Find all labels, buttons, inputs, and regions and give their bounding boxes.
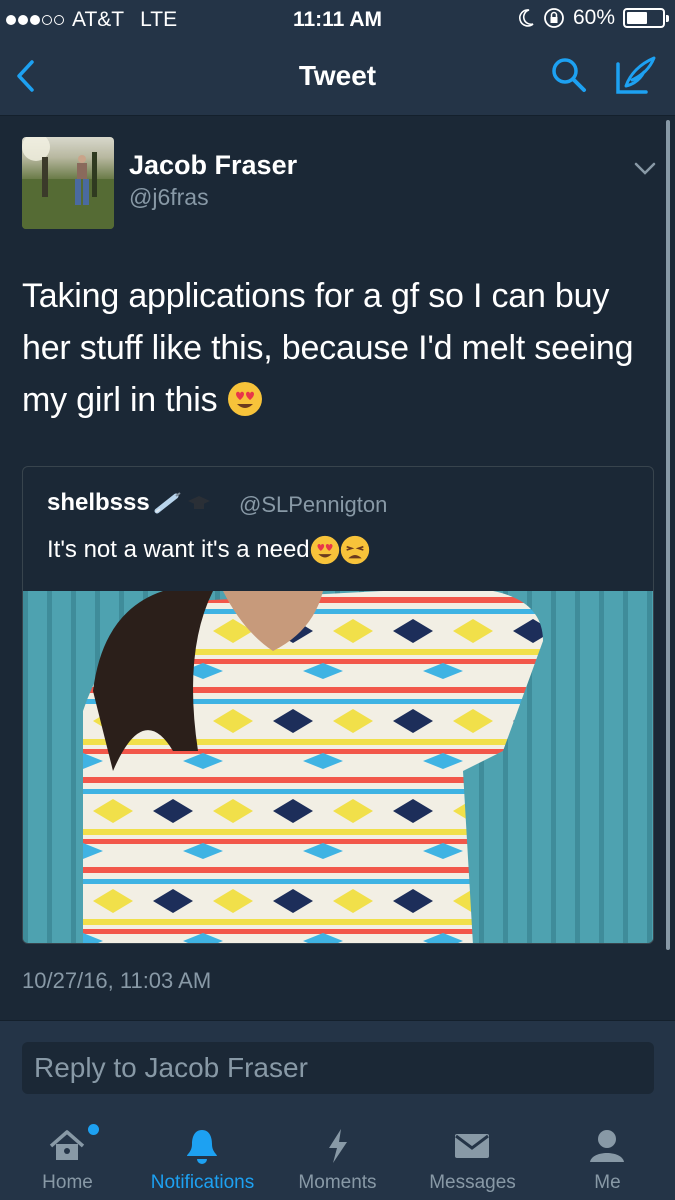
- photo-content: [23, 591, 653, 943]
- avatar-photo: [22, 137, 114, 229]
- quoted-tweet-photo[interactable]: [23, 591, 653, 943]
- battery-percent: 60%: [572, 6, 615, 29]
- compose-icon[interactable]: [612, 52, 658, 98]
- quoted-author-handle: @SLPennigton: [239, 492, 388, 517]
- syringe-emoji-icon: [154, 492, 181, 514]
- author-name[interactable]: Jacob Fraser: [129, 150, 297, 181]
- tab-label: Messages: [429, 1172, 516, 1193]
- chevron-down-icon[interactable]: [630, 158, 660, 180]
- new-content-dot: [88, 1124, 99, 1135]
- heart-eyes-emoji-icon: [310, 535, 339, 565]
- tab-label: Notifications: [150, 1172, 255, 1193]
- bell-icon: [187, 1130, 217, 1164]
- tab-moments[interactable]: Moments: [270, 1116, 405, 1200]
- quoted-tweet-text-content: It's not a want it's a need: [47, 536, 310, 563]
- tab-messages[interactable]: Messages: [405, 1116, 540, 1200]
- home-icon: [49, 1130, 85, 1160]
- lightning-icon: [329, 1129, 347, 1163]
- tab-label: Me: [594, 1172, 621, 1193]
- reply-input[interactable]: [22, 1042, 654, 1094]
- tab-bar: Home Notifications Moments Messages Me: [0, 1116, 675, 1200]
- quoted-tweet[interactable]: shelbsss @SLPennigton It's not a want it…: [22, 466, 654, 944]
- battery-icon: [623, 8, 669, 28]
- rotation-lock-icon: [544, 8, 564, 28]
- avatar[interactable]: [22, 137, 114, 229]
- tab-home[interactable]: Home: [0, 1116, 135, 1200]
- tweet-text: Taking applications for a gf so I can bu…: [22, 270, 652, 426]
- tab-label: Home: [42, 1172, 93, 1193]
- quoted-author: shelbsss: [47, 489, 212, 517]
- graduation-cap-emoji-icon: [187, 496, 210, 509]
- quoted-tweet-text: It's not a want it's a need: [47, 535, 370, 565]
- tweet-text-content: Taking applications for a gf so I can bu…: [22, 277, 634, 419]
- heart-eyes-emoji-icon: [227, 382, 262, 416]
- tab-me[interactable]: Me: [540, 1116, 675, 1200]
- status-bar: AT&T LTE 11:11 AM 60%: [0, 0, 675, 38]
- author-handle[interactable]: @j6fras: [129, 184, 209, 211]
- person-icon: [590, 1130, 624, 1162]
- search-icon[interactable]: [548, 54, 590, 96]
- scrollbar[interactable]: [666, 120, 670, 950]
- envelope-icon: [455, 1134, 489, 1158]
- tab-label: Moments: [298, 1172, 377, 1193]
- moon-icon: [518, 9, 534, 27]
- status-right: 60%: [517, 6, 669, 30]
- quoted-author-name: shelbsss: [47, 489, 150, 516]
- tab-notifications[interactable]: Notifications: [135, 1116, 270, 1200]
- navigation-bar: Tweet: [0, 38, 675, 116]
- tweet-timestamp: 10/27/16, 11:03 AM: [22, 968, 212, 993]
- weary-face-emoji-icon: [340, 535, 369, 565]
